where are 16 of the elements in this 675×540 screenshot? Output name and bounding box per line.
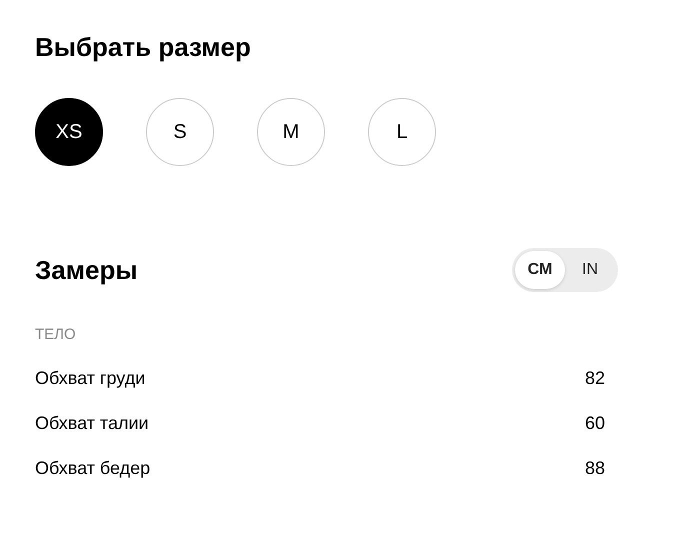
measurement-value: 88 xyxy=(584,457,605,480)
size-option[interactable]: L xyxy=(368,98,436,166)
section-title: Замеры xyxy=(35,254,138,286)
measurement-value: 60 xyxy=(584,412,605,436)
measurement-label: Обхват талии xyxy=(35,412,149,436)
section-label: ТЕЛО xyxy=(35,325,77,346)
size-option[interactable]: S xyxy=(146,98,214,166)
size-option[interactable]: XS xyxy=(35,98,103,166)
unit-tab[interactable]: СМ xyxy=(515,251,565,290)
section-title: Выбрать размер xyxy=(35,32,252,64)
measurement-value: 82 xyxy=(584,366,605,390)
size-option[interactable]: M xyxy=(257,98,325,166)
measurement-label: Обхват бедер xyxy=(35,457,150,480)
unit-toggle[interactable]: СМ IN xyxy=(512,248,618,292)
measurement-label: Обхват груди xyxy=(35,366,146,390)
unit-tab[interactable]: IN xyxy=(565,251,615,290)
